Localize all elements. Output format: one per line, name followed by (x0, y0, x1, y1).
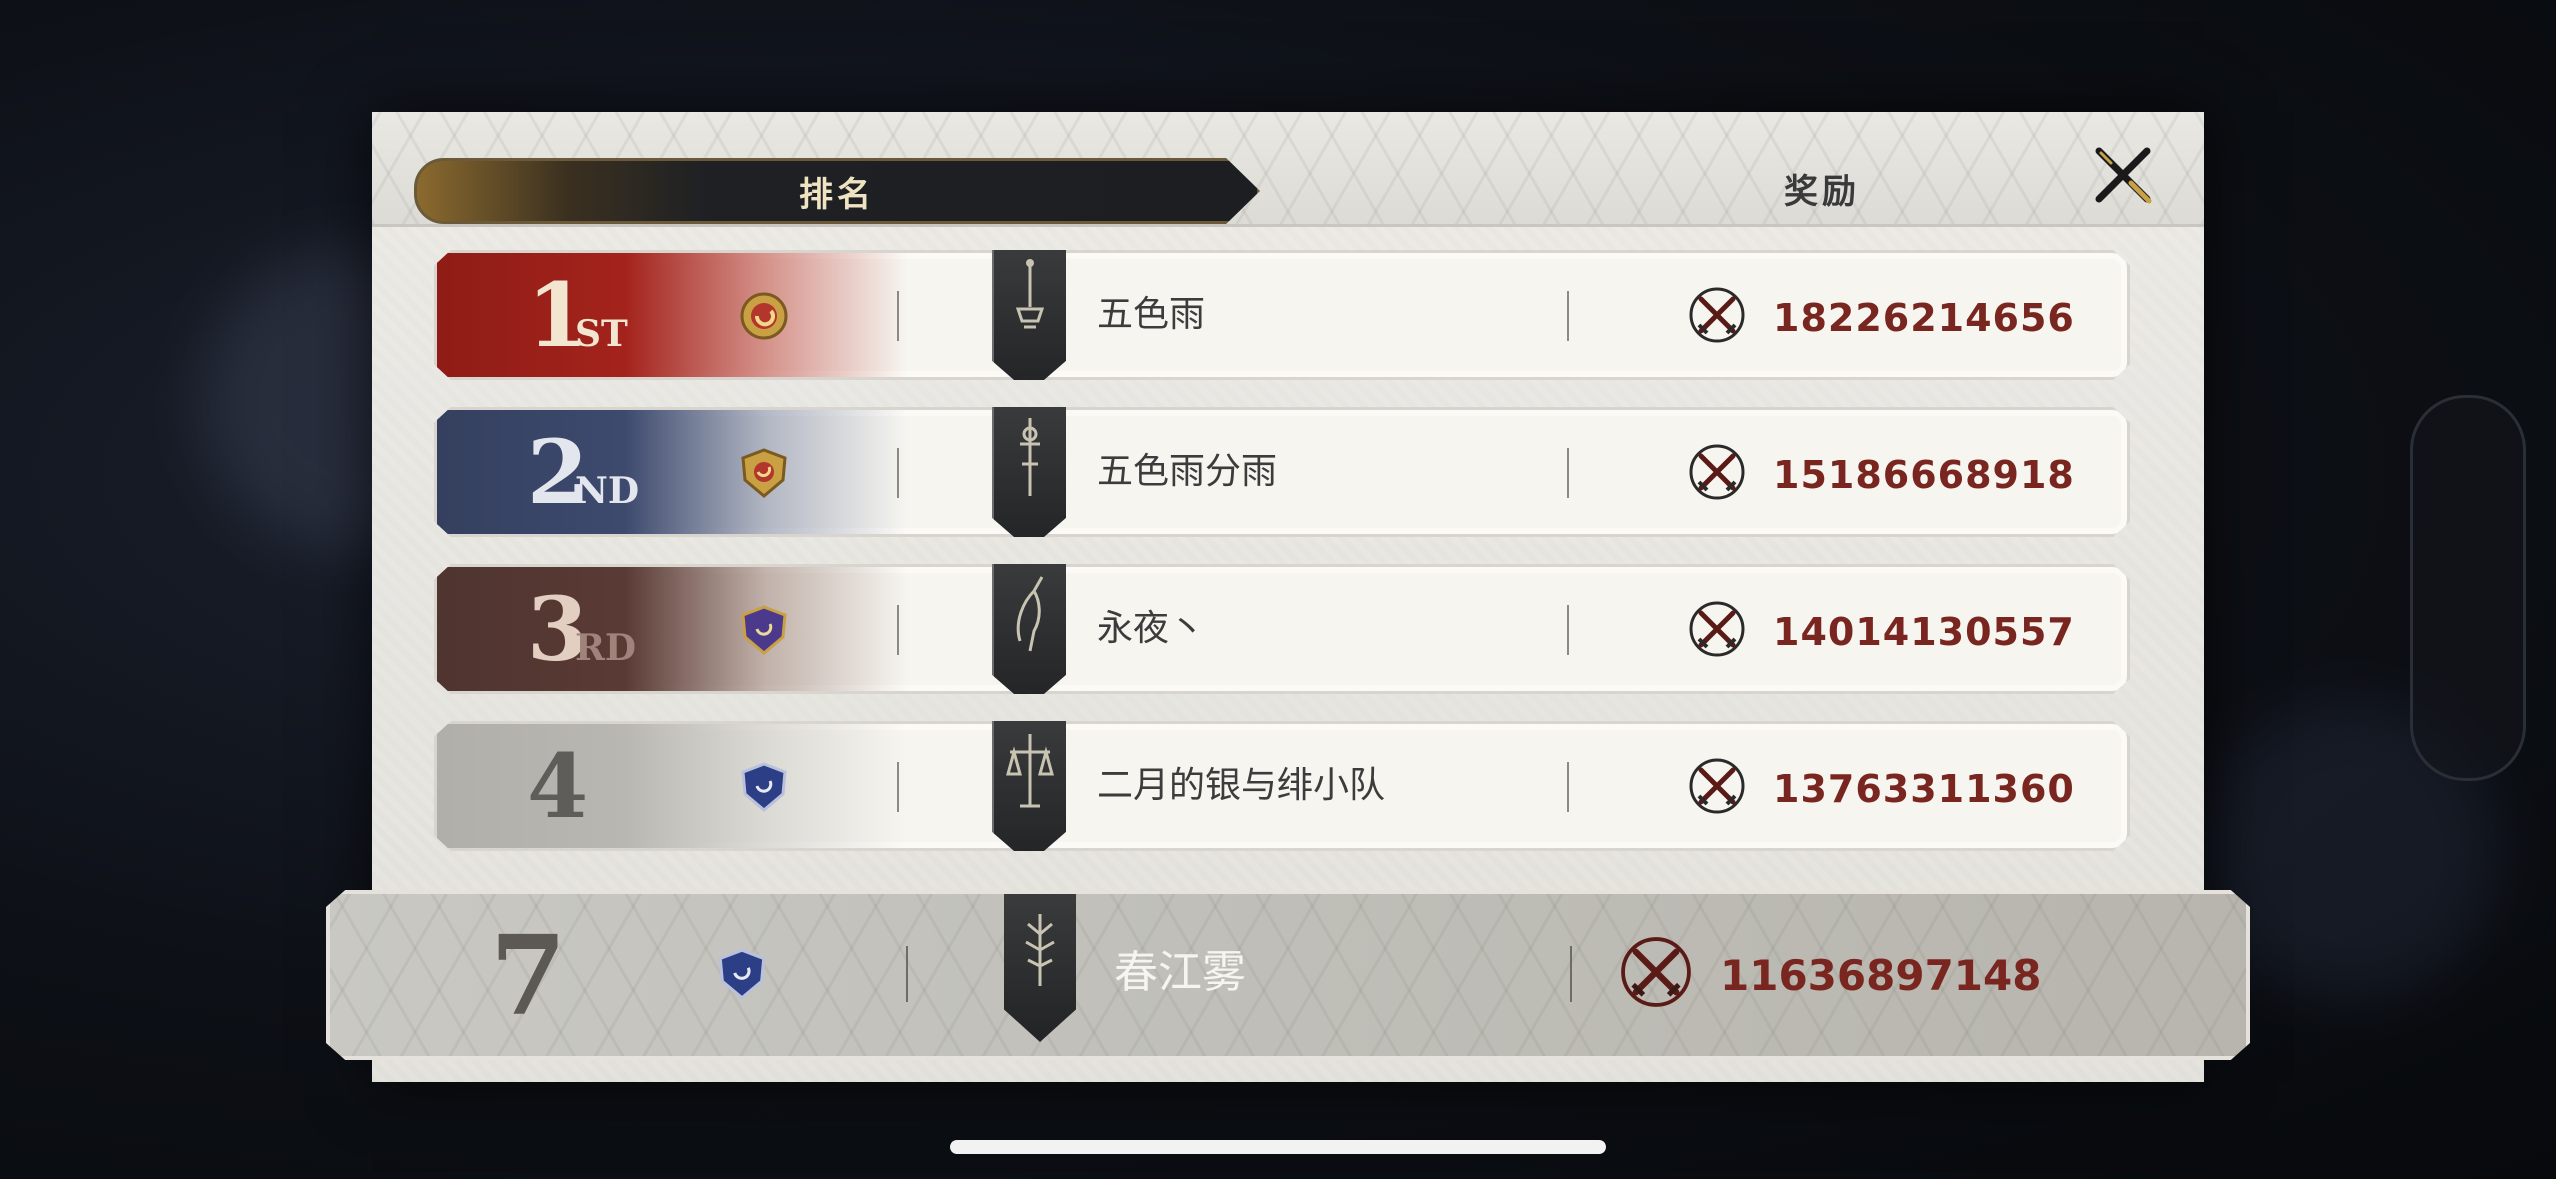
guild-banner (992, 564, 1066, 694)
crossed-swords-icon (1621, 937, 1691, 1007)
ranking-row[interactable]: 3 RD 永夜丶 14014130557 (434, 564, 2130, 694)
player-name: 永夜丶 (1097, 608, 1206, 649)
rank-suffix: ST (575, 313, 628, 355)
side-panel-handle[interactable] (2410, 395, 2526, 781)
gold-shield-emblem-icon (741, 448, 787, 498)
tab-reward[interactable]: 奖励 (1562, 158, 2082, 218)
tab-reward-label: 奖励 (1784, 171, 1860, 212)
torch-icon (1020, 418, 1040, 496)
self-ranking-row[interactable]: 7 春江雾 11636897148 (326, 890, 2250, 1060)
rank-number: 4 (527, 734, 588, 838)
panel-header: 排名 奖励 (372, 112, 2204, 227)
self-player-name: 春江雾 (1114, 947, 1246, 998)
rank-suffix: ND (575, 470, 640, 512)
purple-shield-emblem-icon (741, 605, 787, 655)
tab-ranking[interactable]: 排名 (414, 158, 1260, 224)
home-indicator[interactable] (950, 1140, 1606, 1154)
player-name: 五色雨 (1097, 294, 1206, 335)
gold-rank-emblem-icon (740, 292, 788, 340)
crossed-swords-icon (1689, 444, 1745, 500)
guild-banner (992, 407, 1066, 537)
divider (897, 448, 899, 498)
divider (1567, 448, 1569, 498)
close-icon (2095, 147, 2152, 204)
divider (1567, 762, 1569, 812)
player-name: 五色雨分雨 (1097, 451, 1278, 492)
ranking-row[interactable]: 2 ND 五色雨分雨 15186668918 (434, 407, 2130, 537)
score-value: 14014130557 (1773, 610, 2075, 654)
blue-shield-emblem-icon (741, 762, 787, 812)
divider (1570, 946, 1572, 1002)
lamp-icon (1015, 259, 1045, 329)
self-score-value: 11636897148 (1720, 951, 2042, 1000)
blue-shield-emblem-icon (718, 948, 766, 1000)
ranking-row[interactable]: 1 ST 五色雨 18226214656 (434, 250, 2130, 380)
plant-icon (1025, 914, 1055, 986)
unicorn-icon (1016, 576, 1044, 652)
crossed-swords-icon (1689, 758, 1745, 814)
score-value: 13763311360 (1773, 767, 2075, 811)
divider (906, 946, 908, 1002)
divider (897, 605, 899, 655)
guild-banner (1004, 894, 1076, 1042)
rank-band (437, 253, 907, 377)
score-value: 15186668918 (1773, 453, 2075, 497)
guild-banner (992, 721, 1066, 851)
rank-suffix: RD (575, 627, 637, 669)
divider (897, 762, 899, 812)
player-name: 二月的银与绯小队 (1097, 765, 1386, 806)
rank-band (437, 567, 907, 691)
self-rank-number: 7 (490, 911, 567, 1040)
divider (1567, 605, 1569, 655)
scales-icon (1006, 734, 1054, 808)
crossed-swords-icon (1689, 287, 1745, 343)
tab-ranking-label: 排名 (799, 174, 875, 215)
rank-band (437, 724, 907, 848)
ranking-row[interactable]: 4 二月的银与绯小队 13763311360 (434, 721, 2130, 851)
close-button[interactable] (2088, 140, 2158, 210)
score-value: 18226214656 (1773, 296, 2075, 340)
guild-banner (992, 250, 1066, 380)
divider (1567, 291, 1569, 341)
rank-band (437, 410, 907, 534)
divider (897, 291, 899, 341)
crossed-swords-icon (1689, 601, 1745, 657)
